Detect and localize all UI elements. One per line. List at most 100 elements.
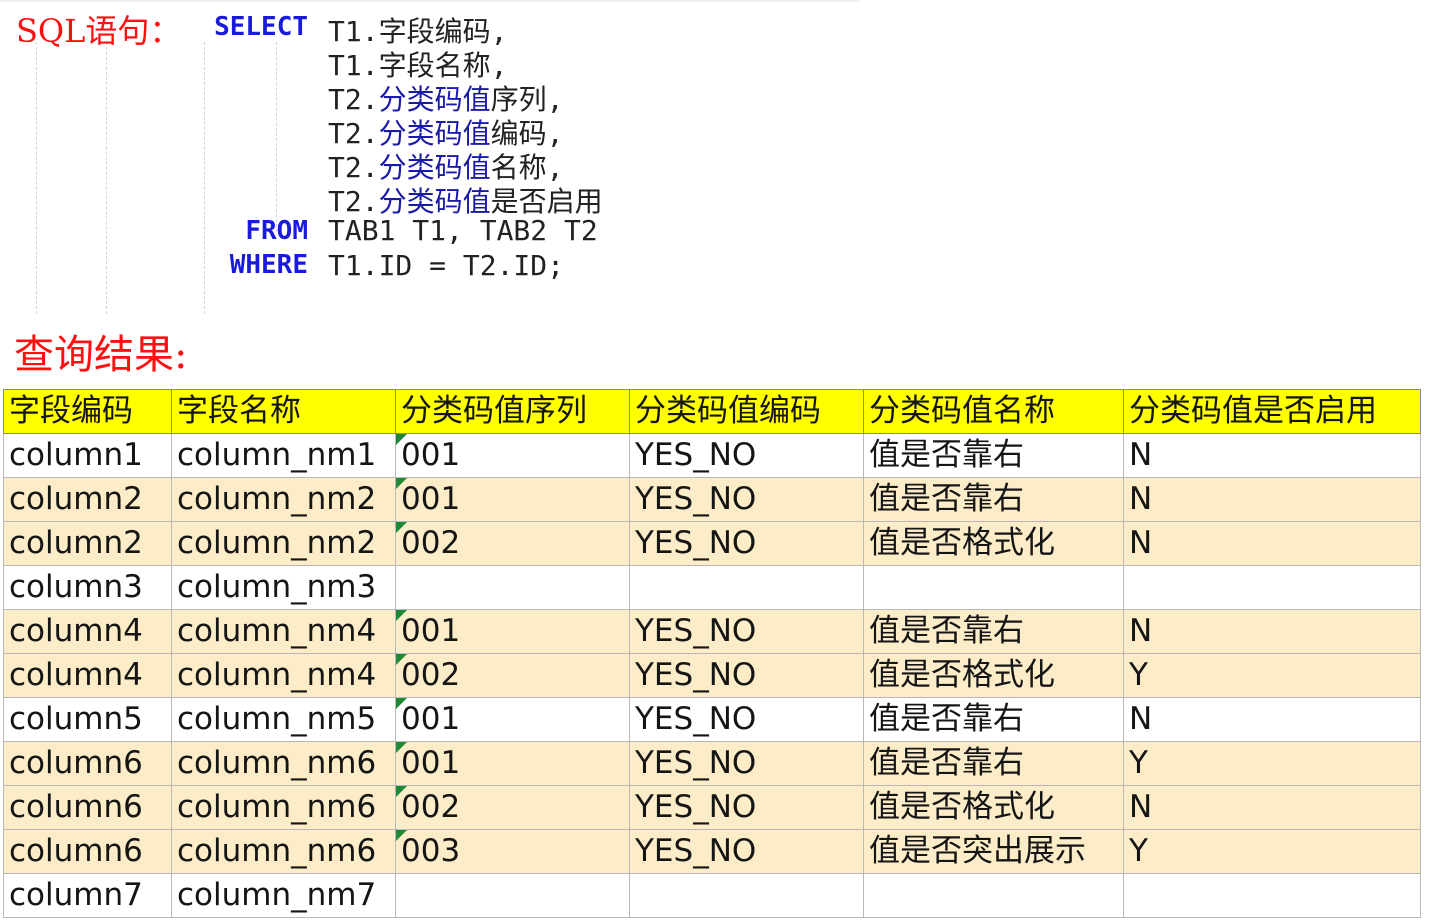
sql-code-block: SQL语句： SELECT FROM WHERE T1.字段编码, T1.字段名称… xyxy=(0,0,860,317)
table-row: column6 column_nm6 001 YES_NO 值是否靠右 Y xyxy=(3,741,1421,786)
cell-text: column_nm3 xyxy=(177,569,377,605)
table-cell xyxy=(395,565,630,610)
cell-text: N xyxy=(1129,437,1153,473)
table-cell: column_nm6 xyxy=(171,785,396,830)
column-header: 分类码值是否启用 xyxy=(1123,389,1421,434)
cell-text: column_nm1 xyxy=(177,437,377,473)
text-number-indicator-icon xyxy=(396,698,407,709)
cell-text: column_nm2 xyxy=(177,525,377,561)
cell-text: column1 xyxy=(9,437,143,473)
table-cell: column2 xyxy=(3,477,172,522)
table-cell: YES_NO xyxy=(629,741,864,786)
cell-text: N xyxy=(1129,789,1153,825)
table-cell: column_nm2 xyxy=(171,521,396,566)
table-cell: N xyxy=(1123,785,1421,830)
table-cell: YES_NO xyxy=(629,433,864,478)
cell-text: YES_NO xyxy=(635,745,757,781)
table-cell: 001 xyxy=(395,697,630,742)
cell-text: 值是否靠右 xyxy=(869,613,1024,649)
cell-text: 001 xyxy=(401,701,461,737)
from-keyword: FROM xyxy=(245,216,308,246)
cell-text: 001 xyxy=(401,745,461,781)
table-cell: column_nm3 xyxy=(171,565,396,610)
where-keyword: WHERE xyxy=(229,250,308,280)
result-table: 字段编码 字段名称 分类码值序列 分类码值编码 分类码值名称 分类码值是否启用 colum… xyxy=(3,389,1421,918)
cell-text: column_nm6 xyxy=(177,833,377,869)
table-cell: column_nm4 xyxy=(171,609,396,654)
cell-text: column_nm4 xyxy=(177,657,377,693)
sql-label: SQL语句： xyxy=(16,12,182,50)
table-header-row: 字段编码 字段名称 分类码值序列 分类码值编码 分类码值名称 分类码值是否启用 xyxy=(3,389,1421,434)
text-number-indicator-icon xyxy=(396,654,407,665)
table-cell: Y xyxy=(1123,741,1421,786)
cell-text: 001 xyxy=(401,613,461,649)
cell-text: 值是否靠右 xyxy=(869,481,1024,517)
table-cell: YES_NO xyxy=(629,697,864,742)
table-cell: 值是否格式化 xyxy=(863,521,1124,566)
cell-text: column_nm4 xyxy=(177,613,377,649)
table-row: column7 column_nm7 xyxy=(3,873,1421,918)
cell-text: N xyxy=(1129,613,1153,649)
table-cell: YES_NO xyxy=(629,829,864,874)
cell-text: Y xyxy=(1129,657,1148,693)
cell-text: YES_NO xyxy=(635,701,757,737)
cell-text: Y xyxy=(1129,833,1148,869)
table-cell: 值是否靠右 xyxy=(863,477,1124,522)
table-cell: N xyxy=(1123,697,1421,742)
cell-text: column_nm2 xyxy=(177,481,377,517)
cell-text: column4 xyxy=(9,613,143,649)
indent-guide xyxy=(276,42,277,232)
table-cell: 002 xyxy=(395,521,630,566)
cell-text: YES_NO xyxy=(635,525,757,561)
cell-text: 001 xyxy=(401,481,461,517)
text-number-indicator-icon xyxy=(396,434,407,445)
cell-text: column2 xyxy=(9,525,143,561)
table-row: column5 column_nm5 001 YES_NO 值是否靠右 N xyxy=(3,697,1421,742)
table-cell: column_nm7 xyxy=(171,873,396,918)
table-cell: N xyxy=(1123,609,1421,654)
result-label: 查询结果: xyxy=(14,332,188,378)
column-header: 分类码值名称 xyxy=(863,389,1124,434)
cell-text: YES_NO xyxy=(635,437,757,473)
table-cell: YES_NO xyxy=(629,653,864,698)
table-cell: 值是否靠右 xyxy=(863,741,1124,786)
table-cell xyxy=(629,565,864,610)
table-cell: column6 xyxy=(3,829,172,874)
table-cell: 值是否格式化 xyxy=(863,785,1124,830)
table-cell xyxy=(1123,873,1421,918)
cell-text: column_nm5 xyxy=(177,701,377,737)
table-cell xyxy=(863,565,1124,610)
cell-text: column_nm7 xyxy=(177,877,377,913)
cell-text: column6 xyxy=(9,833,143,869)
table-cell: 002 xyxy=(395,785,630,830)
table-row: column3 column_nm3 xyxy=(3,565,1421,610)
table-row: column6 column_nm6 002 YES_NO 值是否格式化 N xyxy=(3,785,1421,830)
cell-text: column4 xyxy=(9,657,143,693)
cell-text: 001 xyxy=(401,437,461,473)
table-cell: 002 xyxy=(395,653,630,698)
table-cell: YES_NO xyxy=(629,521,864,566)
column-header: 字段名称 xyxy=(171,389,396,434)
table-cell: column_nm5 xyxy=(171,697,396,742)
table-row: column6 column_nm6 003 YES_NO 值是否突出展示 Y xyxy=(3,829,1421,874)
table-cell: column5 xyxy=(3,697,172,742)
cell-text: 002 xyxy=(401,657,461,693)
cell-text: N xyxy=(1129,701,1153,737)
table-cell: column_nm4 xyxy=(171,653,396,698)
table-row: column2 column_nm2 002 YES_NO 值是否格式化 N xyxy=(3,521,1421,566)
table-cell: column_nm6 xyxy=(171,741,396,786)
table-cell: column3 xyxy=(3,565,172,610)
cell-text: 值是否格式化 xyxy=(869,657,1055,693)
column-header: 分类码值序列 xyxy=(395,389,630,434)
table-cell: 值是否格式化 xyxy=(863,653,1124,698)
table-cell: column1 xyxy=(3,433,172,478)
indent-guide xyxy=(36,42,37,314)
cell-text: 002 xyxy=(401,789,461,825)
table-cell: column_nm2 xyxy=(171,477,396,522)
table-cell: 值是否突出展示 xyxy=(863,829,1124,874)
cell-text: 值是否靠右 xyxy=(869,745,1024,781)
cell-text: column_nm6 xyxy=(177,745,377,781)
table-cell xyxy=(395,873,630,918)
column-header: 字段编码 xyxy=(3,389,172,434)
text-number-indicator-icon xyxy=(396,478,407,489)
